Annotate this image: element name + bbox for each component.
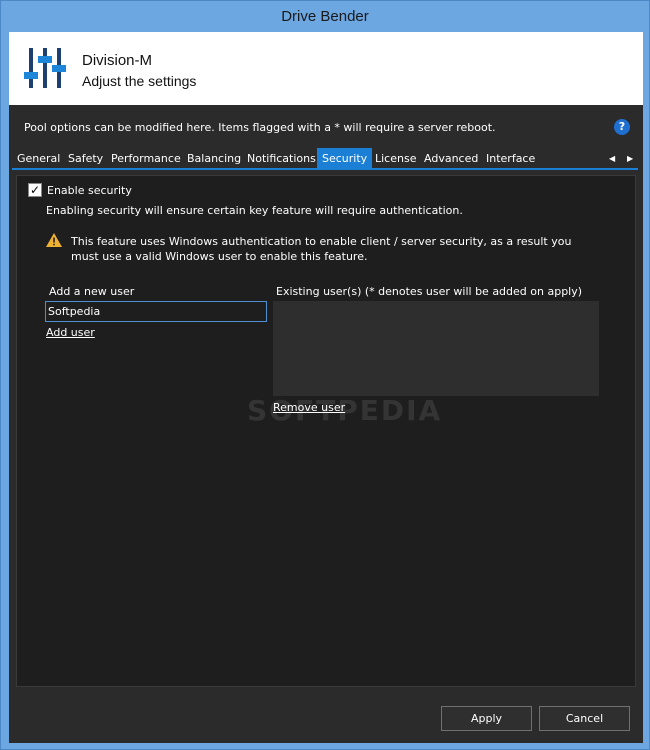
tab-bar: General Safety Performance Balancing Not… — [12, 148, 638, 170]
tab-general[interactable]: General — [12, 148, 65, 169]
header-subtitle: Adjust the settings — [82, 73, 197, 89]
tab-advanced[interactable]: Advanced — [419, 148, 483, 169]
softpedia-watermark: SOFTPEDIA — [247, 394, 443, 427]
security-content: ✓ Enable security Enabling security will… — [16, 175, 636, 687]
tab-scroll-left-icon[interactable]: ◀ — [609, 154, 615, 163]
warning-text: This feature uses Windows authentication… — [71, 235, 572, 263]
add-user-input[interactable]: Softpedia — [45, 301, 267, 322]
tab-performance[interactable]: Performance — [106, 148, 186, 169]
apply-button[interactable]: Apply — [441, 706, 532, 731]
division-m-logo-icon — [24, 48, 66, 88]
tab-interface[interactable]: Interface — [481, 148, 540, 169]
window: Drive Bender Division-M Adjust the setti… — [0, 0, 650, 750]
window-title: Drive Bender — [281, 8, 369, 25]
company-name: Division-M — [82, 52, 153, 69]
settings-panel: Pool options can be modified here. Items… — [9, 105, 643, 743]
tab-security[interactable]: Security — [317, 148, 373, 169]
cancel-button[interactable]: Cancel — [539, 706, 630, 731]
help-icon[interactable]: ? — [614, 119, 630, 135]
enable-security-label[interactable]: Enable security — [47, 184, 132, 197]
add-user-link[interactable]: Add user — [46, 326, 95, 339]
add-user-label: Add a new user — [49, 285, 135, 298]
tab-safety[interactable]: Safety — [63, 148, 108, 169]
warning-icon — [46, 233, 62, 247]
existing-users-label: Existing user(s) (* denotes user will be… — [276, 285, 583, 298]
header: Division-M Adjust the settings — [9, 32, 643, 105]
tab-notifications[interactable]: Notifications — [242, 148, 321, 169]
tab-scroll-right-icon[interactable]: ▶ — [627, 154, 633, 163]
enable-security-checkbox[interactable]: ✓ — [28, 183, 42, 197]
info-text: Pool options can be modified here. Items… — [24, 121, 496, 134]
tab-balancing[interactable]: Balancing — [182, 148, 246, 169]
tab-license[interactable]: License — [370, 148, 421, 169]
existing-users-list[interactable] — [273, 301, 599, 396]
security-description: Enabling security will ensure certain ke… — [46, 204, 463, 217]
